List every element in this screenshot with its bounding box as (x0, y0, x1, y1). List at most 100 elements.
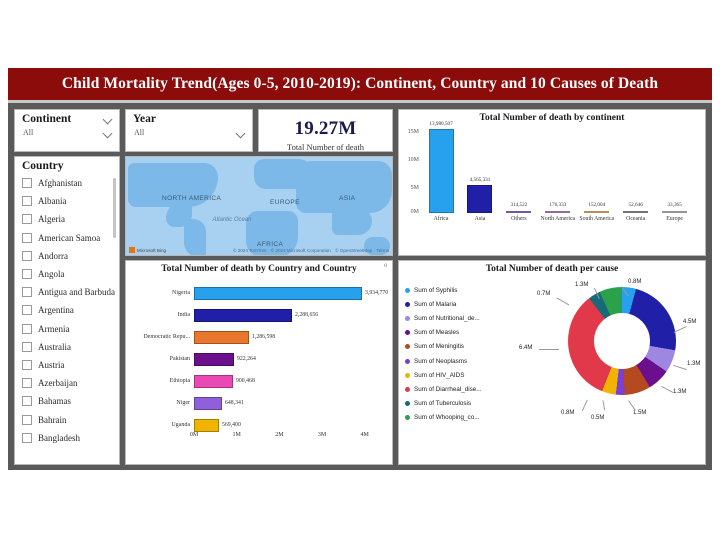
country-label: Bangladesh (38, 432, 80, 443)
list-item[interactable]: Australia (22, 338, 119, 356)
bar-item[interactable]: Ethiopia 900,468 (126, 372, 392, 390)
bar-value-label: 922,264 (237, 356, 256, 362)
legend-color-swatch (405, 415, 410, 421)
list-item[interactable]: Armenia (22, 320, 119, 338)
map-canvas[interactable]: NORTH AMERICA EUROPE ASIA AFRICA Atlanti… (126, 157, 392, 255)
column-bar[interactable] (623, 211, 649, 213)
list-item[interactable]: Antigua and Barbuda (22, 283, 119, 301)
chevron-down-icon[interactable] (104, 130, 113, 136)
country-slicer-list[interactable]: Afghanistan Albania Algeria American Sam… (15, 174, 119, 444)
list-item[interactable]: Afghanistan (22, 174, 119, 192)
bar-value-label: 1,286,598 (252, 334, 276, 340)
column-value-label: 33,365 (667, 202, 682, 208)
country-slicer[interactable]: Country Afghanistan Albania Algeria Amer… (14, 156, 120, 465)
list-item[interactable]: Bangladesh (22, 429, 119, 444)
map-terms-link[interactable]: Terms (376, 248, 389, 253)
donut-value-label: 1.3M (687, 361, 701, 367)
legend-color-swatch (405, 358, 410, 364)
deaths-by-country-chart[interactable]: Total Number of death by Country and Cou… (125, 260, 393, 465)
column-bar[interactable] (467, 185, 493, 213)
donut-value-label: 0.5M (591, 415, 605, 421)
checkbox-icon[interactable] (22, 341, 32, 352)
bar-fill[interactable] (194, 352, 234, 366)
legend-item[interactable]: Sum of Malaria (405, 297, 513, 311)
legend-item[interactable]: Sum of Tuberculosis (405, 397, 513, 411)
continent-slicer[interactable]: Continent All (14, 109, 120, 152)
map-attribution[interactable]: © 2024 TomTom © 2024 Microsoft Corporati… (230, 248, 389, 253)
checkbox-icon[interactable] (22, 178, 32, 189)
legend-item[interactable]: Sum of Whooping_co... (405, 411, 513, 425)
legend-item[interactable]: Sum of Diarrheal_dise... (405, 382, 513, 396)
bar-chart-plot: Nigeria 3,934,770 India 2,288,656 Democr… (126, 274, 392, 444)
legend-item[interactable]: Sum of HIV_AIDS (405, 368, 513, 382)
checkbox-icon[interactable] (22, 232, 32, 243)
checkbox-icon[interactable] (22, 250, 32, 261)
bar-item[interactable]: Nigeria 3,934,770 (126, 284, 392, 302)
world-map-visual[interactable]: NORTH AMERICA EUROPE ASIA AFRICA Atlanti… (125, 156, 393, 256)
legend-item[interactable]: Sum of Measles (405, 326, 513, 340)
year-slicer[interactable]: Year All (125, 109, 253, 152)
checkbox-icon[interactable] (22, 196, 32, 207)
bar-item[interactable]: Democratic Repu... 1,286,598 (126, 328, 392, 346)
checkbox-icon[interactable] (22, 396, 32, 407)
list-item[interactable]: Austria (22, 356, 119, 374)
donut-chart-plot: 0.8M 4.5M 1.3M 1.3M 1.5M 0.5M 0.8M 6.4M … (519, 279, 705, 429)
country-label: Angola (38, 269, 65, 280)
bar-item[interactable]: Pakistan 922,264 (126, 350, 392, 368)
bar-fill[interactable] (194, 330, 249, 344)
list-item[interactable]: Angola (22, 265, 119, 283)
leader-line (673, 364, 687, 370)
kpi-label: Total Number of death (286, 142, 365, 152)
bar-item[interactable]: Niger 648,341 (126, 394, 392, 412)
checkbox-icon[interactable] (22, 378, 32, 389)
list-item[interactable]: American Samoa (22, 229, 119, 247)
donut-value-label: 0.8M (561, 410, 575, 416)
checkbox-icon[interactable] (22, 359, 32, 370)
column-bar[interactable] (506, 210, 532, 213)
deaths-per-cause-chart[interactable]: Total Number of death per cause Sum of S… (398, 260, 706, 465)
legend-item[interactable]: Sum of Meningitis (405, 340, 513, 354)
x-axis-tick: 2M (275, 432, 284, 438)
bar-item[interactable]: India 2,288,656 (126, 306, 392, 324)
legend-item[interactable]: Sum of Neoplasms (405, 354, 513, 368)
year-slicer-dropdown[interactable]: All (126, 125, 252, 137)
country-label: Afghanistan (38, 178, 82, 189)
checkbox-icon[interactable] (22, 323, 32, 334)
donut-value-label: 4.5M (683, 319, 697, 325)
chevron-down-icon[interactable] (104, 116, 113, 122)
checkbox-icon[interactable] (22, 269, 32, 280)
legend-item[interactable]: Sum of Syphilis (405, 283, 513, 297)
bar-fill[interactable] (194, 308, 292, 322)
column-bar[interactable] (662, 211, 688, 213)
bar-fill[interactable] (194, 396, 222, 410)
checkbox-icon[interactable] (22, 305, 32, 316)
chart-title: Total Number of death per cause (485, 264, 619, 274)
list-item[interactable]: Andorra (22, 247, 119, 265)
bar-category-label: Pakistan (169, 356, 190, 362)
bar-fill[interactable] (194, 374, 233, 388)
checkbox-icon[interactable] (22, 414, 32, 425)
list-item[interactable]: Bahrain (22, 410, 119, 428)
checkbox-icon[interactable] (22, 214, 32, 225)
column-bar[interactable] (584, 211, 610, 213)
x-axis-tick: 0M (189, 432, 199, 438)
map-label-asia: ASIA (339, 195, 356, 202)
list-item[interactable]: Azerbaijan (22, 374, 119, 392)
checkbox-icon[interactable] (22, 287, 32, 298)
bar-fill[interactable] (194, 418, 219, 432)
column-bar[interactable] (428, 129, 454, 213)
bar-fill[interactable] (194, 286, 362, 300)
continent-slicer-dropdown[interactable]: All (15, 125, 119, 137)
chevron-down-icon[interactable] (237, 130, 246, 136)
column-bar[interactable] (545, 211, 571, 213)
country-list-scrollbar[interactable] (113, 178, 116, 238)
deaths-by-continent-chart[interactable]: Total Number of death by continent 15M 1… (398, 109, 706, 256)
list-item[interactable]: Albania (22, 192, 119, 210)
list-item[interactable]: Argentina (22, 301, 119, 319)
donut-legend: Sum of Syphilis Sum of Malaria Sum of Nu… (405, 283, 513, 425)
legend-label: Sum of Meningitis (414, 343, 465, 351)
legend-item[interactable]: Sum of Nutritional_de... (405, 311, 513, 325)
checkbox-icon[interactable] (22, 432, 32, 443)
list-item[interactable]: Bahamas (22, 392, 119, 410)
list-item[interactable]: Algeria (22, 210, 119, 228)
